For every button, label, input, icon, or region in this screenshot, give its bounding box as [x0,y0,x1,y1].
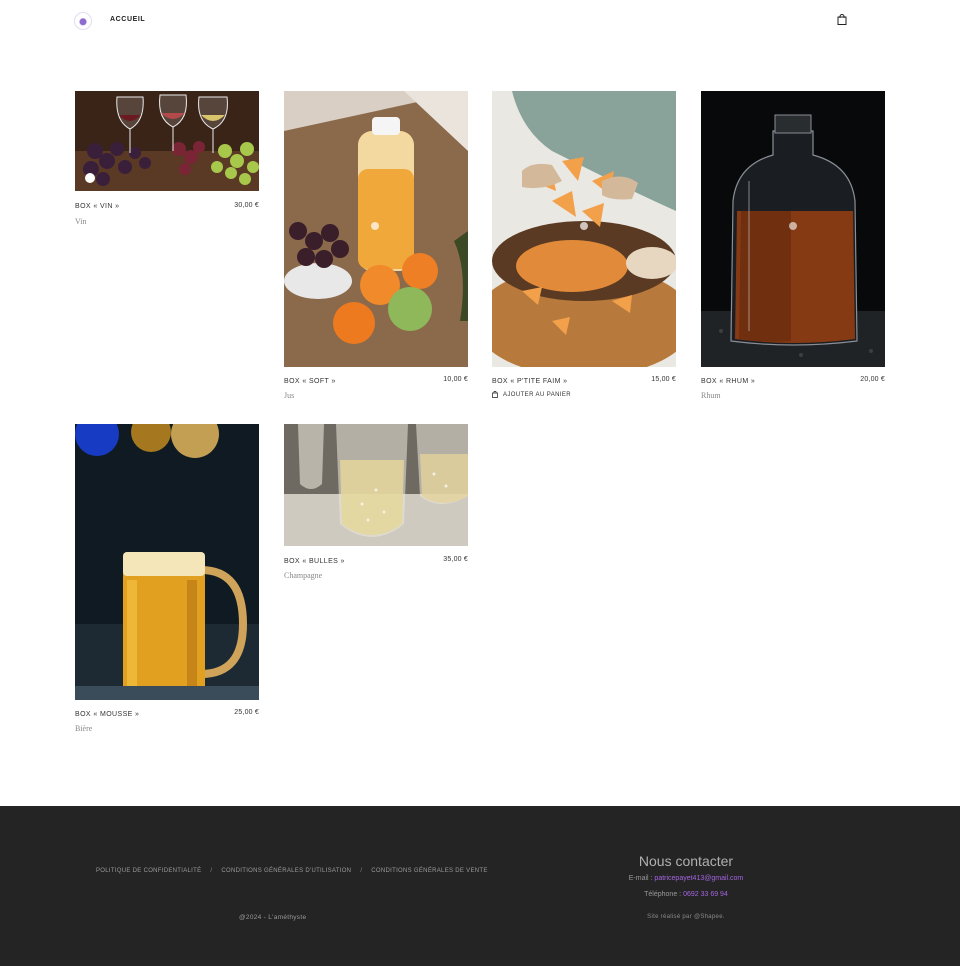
nav-home-link[interactable]: ACCUEIL [110,16,145,23]
product-image-vin[interactable] [75,91,259,191]
product-subtitle: Rhum [701,391,721,400]
site-credits: Site réalisé par @Shapee. [647,914,725,920]
product-subtitle: Vin [75,217,87,226]
terms-of-use-link[interactable]: CONDITIONS GÉNÉRALES D'UTILISATION [221,868,351,874]
product-price: 10,00 € [443,376,468,383]
shopping-bag-icon [492,391,498,398]
product-card-rhum[interactable]: BOX « RHUM » 20,00 € Rhum [701,91,885,407]
site-header: ACCUEIL [0,0,960,44]
product-title[interactable]: BOX « RHUM » [701,378,755,385]
product-image-bulles[interactable] [284,424,468,546]
product-price: 15,00 € [651,376,676,383]
product-card-ptite-faim[interactable]: BOX « P'TITE FAIM » 15,00 € AJOUTER AU P… [492,91,676,407]
logo-icon[interactable] [74,12,92,30]
email-label: E-mail : [628,875,653,882]
shopping-bag-icon[interactable] [837,14,847,25]
product-price: 25,00 € [234,709,259,716]
product-image-soft[interactable] [284,91,468,367]
product-subtitle: Bière [75,724,93,733]
product-card-bulles[interactable]: BOX « BULLES » 35,00 € Champagne [284,424,468,584]
contact-phone: Téléphone : 0692 33 69 94 [600,891,772,898]
add-to-cart-button[interactable]: AJOUTER AU PANIER [492,391,571,398]
product-card-soft[interactable]: BOX « SOFT » 10,00 € Jus [284,91,468,407]
product-price: 30,00 € [234,202,259,209]
product-card-mousse[interactable]: BOX « MOUSSE » 25,00 € Bière [75,424,259,740]
privacy-policy-link[interactable]: POLITIQUE DE CONFIDENTIALITÉ [96,868,201,874]
product-image-ptite-faim[interactable] [492,91,676,367]
email-link[interactable]: patricepayet413@gmail.com [654,875,743,882]
product-title[interactable]: BOX « P'TITE FAIM » [492,378,567,385]
link-separator: / [360,868,363,874]
phone-label: Téléphone : [644,891,682,898]
product-title[interactable]: BOX « MOUSSE » [75,711,139,718]
product-subtitle: Champagne [284,571,323,580]
product-price: 35,00 € [443,556,468,563]
product-title[interactable]: BOX « SOFT » [284,378,336,385]
legal-links: POLITIQUE DE CONFIDENTIALITÉ / CONDITIONS … [96,868,488,874]
product-image-rhum[interactable] [701,91,885,367]
copyright: @2024 - L'améthyste [239,914,307,921]
contact-email: E-mail : patricepayet413@gmail.com [600,875,772,882]
product-title[interactable]: BOX « VIN » [75,203,119,210]
product-price: 20,00 € [860,376,885,383]
contact-title: Nous contacter [638,853,734,869]
phone-link[interactable]: 0692 33 69 94 [683,891,728,898]
add-to-cart-label: AJOUTER AU PANIER [503,391,572,398]
link-separator: / [210,868,213,874]
product-card-vin[interactable]: BOX « VIN » 30,00 € Vin [75,91,259,231]
product-image-mousse[interactable] [75,424,259,700]
terms-of-sale-link[interactable]: CONDITIONS GÉNÉRALES DE VENTE [371,868,487,874]
product-subtitle: Jus [284,391,295,400]
product-title[interactable]: BOX « BULLES » [284,558,345,565]
site-footer: POLITIQUE DE CONFIDENTIALITÉ / CONDITIONS … [0,806,960,966]
